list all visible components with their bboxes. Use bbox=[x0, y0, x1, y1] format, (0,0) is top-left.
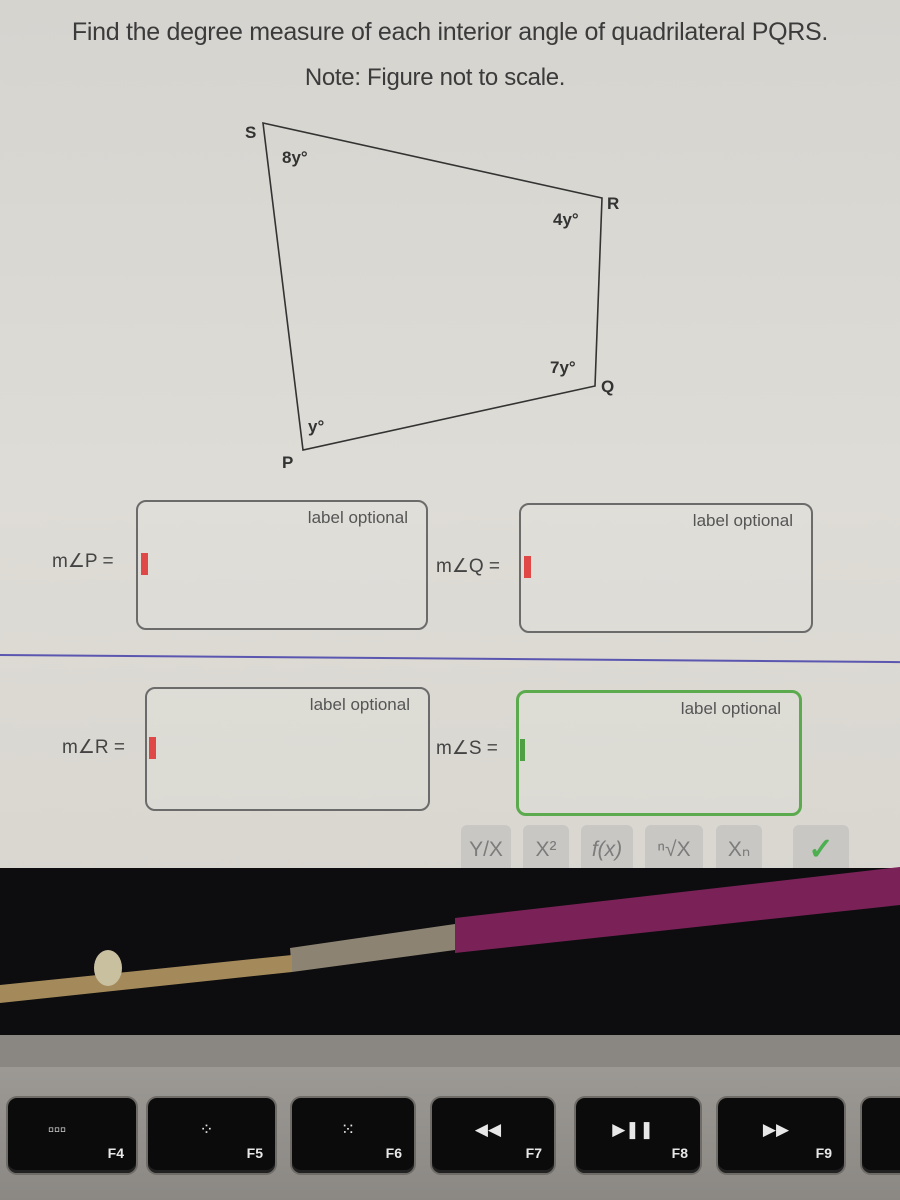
key-f4[interactable]: ▫▫▫ F4 bbox=[8, 1098, 136, 1173]
play-pause-icon: ▶❚❚ bbox=[612, 1120, 654, 1139]
angle-p-label: m∠P = bbox=[52, 551, 114, 572]
key-f9-label: F9 bbox=[815, 1145, 832, 1161]
angle-s-label: m∠S = bbox=[436, 738, 498, 759]
vertex-label-p: P bbox=[282, 453, 293, 472]
key-f8[interactable]: ▶❚❚ F8 bbox=[576, 1098, 700, 1173]
launchpad-icon: ▫▫▫ bbox=[47, 1120, 67, 1139]
text-cursor bbox=[141, 553, 148, 575]
angle-q-input[interactable]: label optional bbox=[519, 503, 813, 633]
angle-r-placeholder: label optional bbox=[309, 695, 410, 714]
key-f4-label: F4 bbox=[107, 1145, 124, 1161]
angle-p-input[interactable]: label optional bbox=[136, 500, 428, 630]
fast-forward-icon: ▶▶ bbox=[762, 1120, 790, 1139]
rewind-icon: ◀◀ bbox=[474, 1120, 502, 1139]
angle-p-placeholder: label optional bbox=[307, 508, 408, 527]
laptop-hinge bbox=[0, 1035, 900, 1067]
key-f6-label: F6 bbox=[385, 1145, 402, 1161]
section-divider bbox=[0, 654, 900, 664]
key-f9[interactable]: ▶▶ F9 bbox=[718, 1098, 844, 1173]
text-cursor bbox=[520, 739, 525, 761]
key-f7-label: F7 bbox=[525, 1145, 542, 1161]
laptop-bezel bbox=[0, 868, 900, 1053]
angle-r-input[interactable]: label optional bbox=[145, 687, 430, 811]
vertex-label-q: Q bbox=[601, 377, 614, 396]
angle-label-s: 8y° bbox=[282, 148, 308, 167]
key-f7[interactable]: ◀◀ F7 bbox=[432, 1098, 554, 1173]
text-cursor bbox=[524, 556, 531, 578]
quadrilateral-pqrs bbox=[262, 121, 603, 451]
angle-q-label: m∠Q = bbox=[436, 556, 501, 577]
quadrilateral-figure: S 8y° R 4y° Q 7y° P y° bbox=[245, 121, 619, 472]
angle-r-label: m∠R = bbox=[62, 737, 125, 758]
angle-label-r: 4y° bbox=[553, 210, 579, 229]
key-f5-label: F5 bbox=[246, 1145, 263, 1161]
angle-label-p: y° bbox=[308, 417, 324, 436]
angle-s-input[interactable]: label optional bbox=[516, 690, 802, 816]
text-cursor bbox=[149, 737, 156, 759]
key-f10-partial[interactable] bbox=[862, 1098, 900, 1173]
vertex-label-s: S bbox=[245, 123, 256, 142]
key-f5[interactable]: ⁘ F5 bbox=[148, 1098, 275, 1173]
key-f6[interactable]: ⁙ F6 bbox=[292, 1098, 414, 1173]
vertex-label-r: R bbox=[607, 194, 619, 213]
keyboard-brightness-down-icon: ⁘ bbox=[199, 1120, 214, 1139]
angle-q-placeholder: label optional bbox=[692, 511, 793, 530]
keyboard-brightness-up-icon: ⁙ bbox=[340, 1120, 356, 1139]
angle-s-placeholder: label optional bbox=[680, 699, 781, 718]
key-f8-label: F8 bbox=[671, 1145, 688, 1161]
angle-label-q: 7y° bbox=[550, 358, 576, 377]
